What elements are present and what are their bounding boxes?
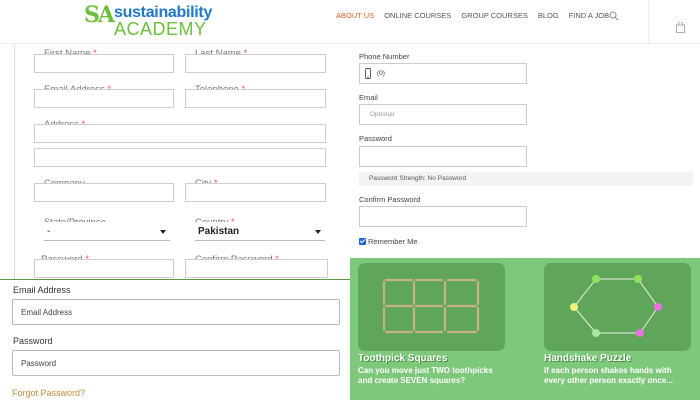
confirm-password-label: Confirm Password (359, 195, 421, 204)
first-name-field[interactable] (34, 54, 174, 73)
handshake-hexagon-image (570, 275, 662, 337)
toothpick-squares-image (382, 278, 480, 334)
login-email-placeholder: Email Address (21, 308, 73, 317)
email-field[interactable] (34, 89, 174, 108)
login-password-placeholder: Password (21, 359, 57, 368)
checkbox-checked-icon[interactable] (359, 238, 366, 245)
confirm-password-field[interactable] (185, 259, 328, 278)
search-icon[interactable] (609, 11, 619, 21)
phone-label: Phone Number (359, 52, 410, 61)
phone-icon (365, 68, 371, 79)
nav-blog[interactable]: BLOG (538, 11, 559, 20)
site-header: SA sustainability ACADEMY ABOUT US ONLIN… (0, 0, 700, 44)
toothpick-puzzle-card[interactable] (358, 263, 505, 351)
telephone-field[interactable] (185, 89, 326, 108)
confirm-password-field[interactable] (359, 206, 527, 227)
handshake-puzzle-description: If each person shakes hands with every o… (544, 366, 673, 385)
shopping-bag-icon[interactable] (676, 22, 685, 33)
email-label: Email (359, 93, 378, 102)
login-password-label: Password (13, 336, 53, 346)
address-line-1-field[interactable] (34, 124, 326, 143)
page: SA sustainability ACADEMY ABOUT US ONLIN… (0, 0, 700, 400)
login-email-label: Email Address (13, 285, 71, 295)
email-placeholder: Optional (370, 111, 395, 118)
remember-me-checkbox[interactable]: Remember Me (359, 237, 418, 246)
last-name-field[interactable] (185, 54, 326, 73)
password-field[interactable] (359, 146, 527, 167)
login-email-field[interactable]: Email Address (12, 299, 340, 325)
puzzle-panel: Toothpick Squares Can you move just TWO … (350, 258, 700, 400)
country-select[interactable]: Pakistan (195, 222, 325, 241)
password-strength-meter: Password Strength: No Password (359, 172, 693, 186)
nav-about-us[interactable]: ABOUT US (336, 11, 374, 20)
forgot-password-link[interactable]: Forgot Password? (12, 388, 85, 398)
toothpick-puzzle-description: Can you move just TWO toothpicks and cre… (358, 366, 493, 385)
country-select-value: Pakistan (198, 226, 240, 237)
registration-form: First Name * Last Name * Email Address *… (14, 44, 336, 280)
login-form: Email Address Email Address Password Pas… (0, 280, 350, 400)
handshake-puzzle-title[interactable]: Handshake Puzzle (544, 353, 631, 364)
company-field[interactable] (34, 183, 174, 202)
chevron-down-icon (315, 230, 321, 234)
nav-group-courses[interactable]: GROUP COURSES (461, 11, 528, 20)
phone-field-value: (0) (377, 70, 385, 77)
address-line-2-field[interactable] (34, 148, 326, 167)
state-select[interactable]: - (44, 222, 170, 241)
toothpick-puzzle-title[interactable]: Toothpick Squares (358, 353, 447, 364)
phone-field[interactable]: (0) (359, 63, 527, 84)
handshake-puzzle-card[interactable] (544, 263, 691, 351)
site-logo[interactable]: SA sustainability ACADEMY (84, 2, 244, 42)
chevron-down-icon (160, 230, 166, 234)
header-divider (648, 0, 649, 44)
nav-find-a-job[interactable]: FIND A JOB (569, 11, 609, 20)
remember-me-label: Remember Me (368, 237, 418, 246)
password-label: Password (359, 134, 392, 143)
state-select-value: - (47, 226, 51, 237)
email-field[interactable]: Optional (359, 104, 527, 125)
password-field[interactable] (34, 259, 174, 278)
city-field[interactable] (185, 183, 326, 202)
login-password-field[interactable]: Password (12, 350, 340, 376)
account-form: Phone Number (0) Email Optional Password… (350, 44, 700, 258)
logo-name-bottom: ACADEMY (114, 19, 207, 39)
main-nav: ABOUT US ONLINE COURSES GROUP COURSES BL… (336, 11, 609, 20)
logo-mark: SA (84, 2, 115, 28)
nav-online-courses[interactable]: ONLINE COURSES (384, 11, 451, 20)
